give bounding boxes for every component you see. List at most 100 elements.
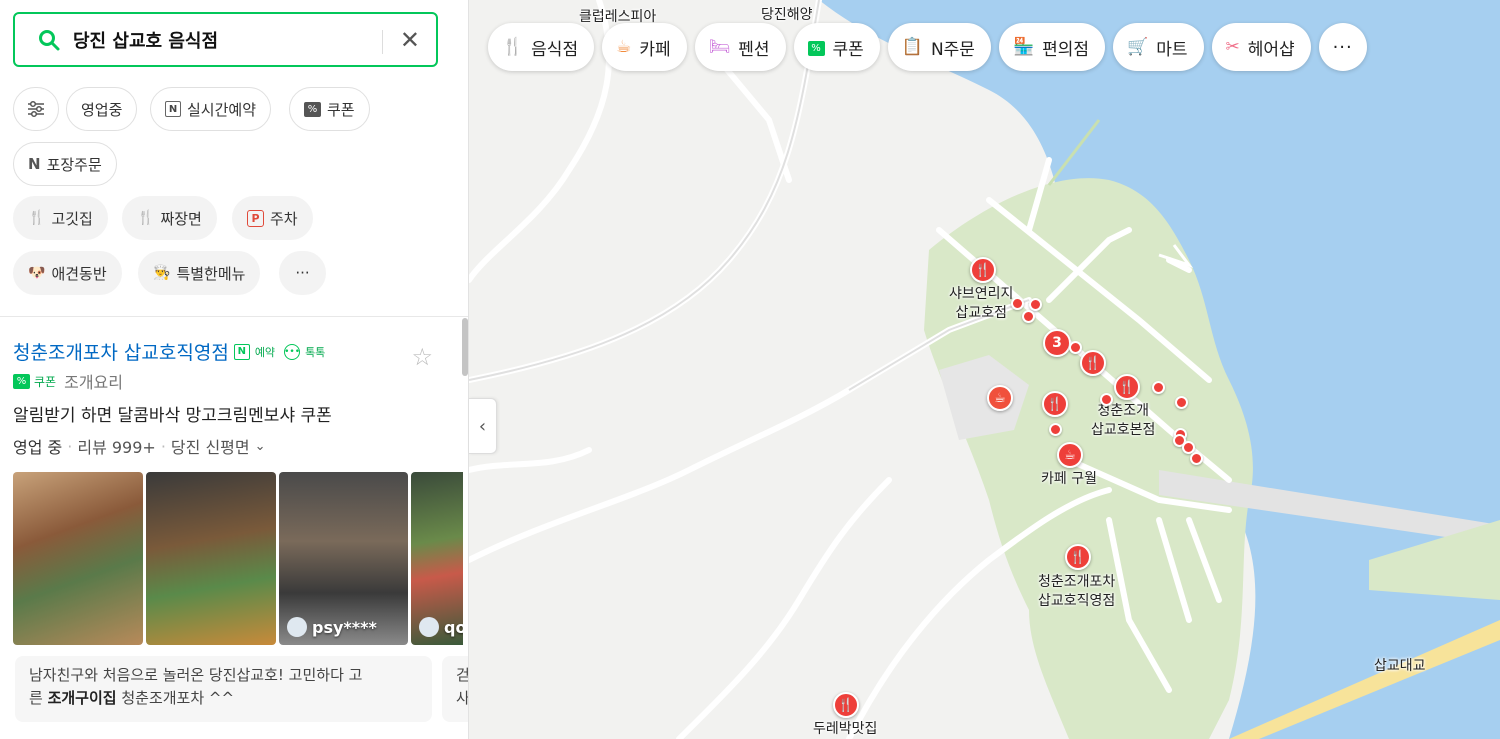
- restaurant-pin[interactable]: 🍴: [970, 257, 996, 283]
- result-photo[interactable]: qo: [411, 472, 463, 645]
- cafe-pin[interactable]: ☕: [987, 385, 1013, 411]
- chevron-down-icon[interactable]: ⌄: [255, 439, 266, 454]
- filter-coupon[interactable]: % 쿠폰: [289, 87, 370, 131]
- restaurant-dot[interactable]: [1049, 423, 1062, 436]
- search-box[interactable]: ✕: [13, 12, 438, 67]
- category-label: 쿠폰: [832, 39, 864, 60]
- more-filters-button[interactable]: ···: [279, 251, 326, 295]
- filter-special-menu[interactable]: 👨‍🍳 특별한메뉴: [138, 251, 261, 295]
- category-restaurant[interactable]: 🍴 음식점: [488, 23, 595, 71]
- avatar: [419, 617, 439, 637]
- cluster-marker[interactable]: 3: [1043, 329, 1071, 357]
- category-cafe[interactable]: ☕ 카페: [602, 23, 687, 71]
- review-snippet[interactable]: 남자친구와 처음으로 놀러온 당진삽교호! 고민하다 고 른 조개구이집 청춘조…: [15, 656, 432, 722]
- fork-knife-icon: 🍴: [28, 210, 46, 226]
- filter-label: 짜장면: [160, 209, 202, 228]
- result-photo[interactable]: psy****: [279, 472, 408, 645]
- result-photo[interactable]: [146, 472, 276, 645]
- map-label-cafe[interactable]: 카페 구월: [1041, 470, 1097, 489]
- restaurant-dot[interactable]: [1029, 298, 1042, 311]
- category-coupon[interactable]: % 쿠폰: [793, 23, 880, 71]
- cup-icon: ☕: [616, 36, 632, 57]
- cafe-pin[interactable]: ☕: [1057, 442, 1083, 468]
- more-icon: ···: [1332, 36, 1353, 58]
- naver-reserve-icon: N: [233, 343, 250, 360]
- scrollbar[interactable]: [462, 318, 468, 376]
- category-convenience[interactable]: 🏪 편의점: [998, 23, 1106, 71]
- category-label: 헤어샵: [1247, 39, 1295, 60]
- restaurant-dot[interactable]: [1175, 396, 1188, 409]
- search-icon: [39, 29, 60, 50]
- map-background: [469, 0, 1500, 739]
- category-pension[interactable]: 🛏 펜션: [694, 23, 786, 71]
- result-title[interactable]: 청춘조개포차 삽교호직영점: [13, 338, 229, 365]
- restaurant-dot[interactable]: [1022, 310, 1035, 323]
- talk-badge[interactable]: 톡톡: [305, 344, 325, 360]
- filter-settings-button[interactable]: [13, 87, 59, 131]
- map-label-chungchun-main[interactable]: 청춘조개 삽교호본점: [1091, 402, 1155, 440]
- photo-author-name: qo: [444, 617, 463, 637]
- map-label-shabu-line2: 삽교호점: [955, 305, 1007, 321]
- category-label: 카페: [639, 39, 671, 60]
- avatar: [287, 617, 307, 637]
- map-label-durebak[interactable]: 두레박맛집: [813, 720, 877, 739]
- coupon-badge: 쿠폰: [34, 374, 57, 389]
- open-status: 영업 중: [13, 438, 63, 457]
- section-divider: [0, 316, 468, 317]
- category-mart[interactable]: 🛒 마트: [1113, 23, 1204, 71]
- dog-icon: 🐶: [28, 265, 46, 281]
- filter-label: 고깃집: [51, 209, 93, 228]
- sliders-icon: [28, 100, 44, 118]
- filter-pet-friendly[interactable]: 🐶 애견동반: [13, 251, 122, 295]
- category-bar: 🍴 음식점 ☕ 카페 🛏 펜션 % 쿠폰 📋 N주문 🏪 편의점 🛒 마트 ✂ 헤어샵 ···: [488, 23, 1367, 71]
- collapse-panel-button[interactable]: ‹: [469, 398, 497, 454]
- map-label-shabu-line1: 샤브연리지: [949, 286, 1014, 302]
- restaurant-dot[interactable]: [1011, 297, 1024, 310]
- result-promo[interactable]: 알림받기 하면 달콤바삭 망고크림멘보샤 쿠폰: [13, 401, 465, 426]
- restaurant-dot[interactable]: [1069, 341, 1082, 354]
- result-photo[interactable]: [13, 472, 143, 645]
- category-n-order[interactable]: 📋 N주문: [887, 23, 991, 71]
- star-icon[interactable]: ☆: [411, 343, 433, 371]
- reserve-badge[interactable]: 예약: [255, 344, 275, 360]
- result-item[interactable]: 청춘조개포차 삽교호직영점 N 예약 ••• 톡톡 ☆ % 쿠폰 조개요리 알림…: [13, 338, 465, 458]
- category-hairshop[interactable]: ✂ 헤어샵: [1211, 23, 1311, 71]
- result-location[interactable]: 당진 신평면: [171, 434, 250, 458]
- more-icon: ···: [295, 264, 310, 282]
- map-label-chungchun-direct-line1: 청춘조개포차: [1038, 574, 1116, 590]
- filter-parking[interactable]: P 주차: [232, 196, 313, 240]
- map-canvas[interactable]: 클럽레스피아 당진해양 🍴 샤브연리지 삽교호점 3 🍴 🍴 청춘조개 삽교호본…: [469, 0, 1500, 739]
- restaurant-dot[interactable]: [1190, 452, 1203, 465]
- filter-realtime-reservation[interactable]: N 실시간예약: [150, 87, 272, 131]
- naver-n-icon: N: [165, 101, 181, 117]
- restaurant-pin[interactable]: 🍴: [833, 692, 859, 718]
- filter-open-now[interactable]: 영업중: [66, 87, 138, 131]
- more-categories-button[interactable]: ···: [1318, 23, 1367, 71]
- coupon-icon: %: [807, 38, 825, 57]
- restaurant-dot[interactable]: [1100, 393, 1113, 406]
- filter-label: 쿠폰: [327, 100, 355, 119]
- meta-separator: ·: [67, 436, 73, 456]
- restaurant-pin[interactable]: 🍴: [1114, 374, 1140, 400]
- chef-icon: 👨‍🍳: [153, 265, 171, 281]
- review-text: 른: [29, 689, 48, 707]
- restaurant-pin[interactable]: 🍴: [1080, 350, 1106, 376]
- photo-author: psy****: [287, 617, 377, 637]
- filter-takeout[interactable]: N 포장주문: [13, 142, 117, 186]
- restaurant-pin-selected[interactable]: 🍴: [1065, 544, 1091, 570]
- coupon-icon: %: [13, 373, 30, 389]
- category-label: 음식점: [531, 39, 579, 60]
- review-snippet[interactable]: 걷 사: [442, 656, 468, 722]
- scissors-icon: ✂: [1225, 36, 1240, 57]
- category-label: N주문: [930, 39, 975, 60]
- close-icon[interactable]: ✕: [400, 28, 420, 52]
- filter-jjajangmyeon[interactable]: 🍴 짜장면: [122, 196, 217, 240]
- search-input[interactable]: [71, 28, 361, 51]
- restaurant-dot[interactable]: [1152, 381, 1165, 394]
- meta-separator: ·: [160, 436, 166, 456]
- restaurant-pin[interactable]: 🍴: [1042, 391, 1068, 417]
- map-label-shabu[interactable]: 샤브연리지 삽교호점: [949, 285, 1013, 323]
- map-label-chungchun-direct[interactable]: 청춘조개포차 삽교호직영점: [1038, 573, 1115, 611]
- result-category: 조개요리: [64, 373, 123, 392]
- filter-bbq[interactable]: 🍴 고깃집: [13, 196, 108, 240]
